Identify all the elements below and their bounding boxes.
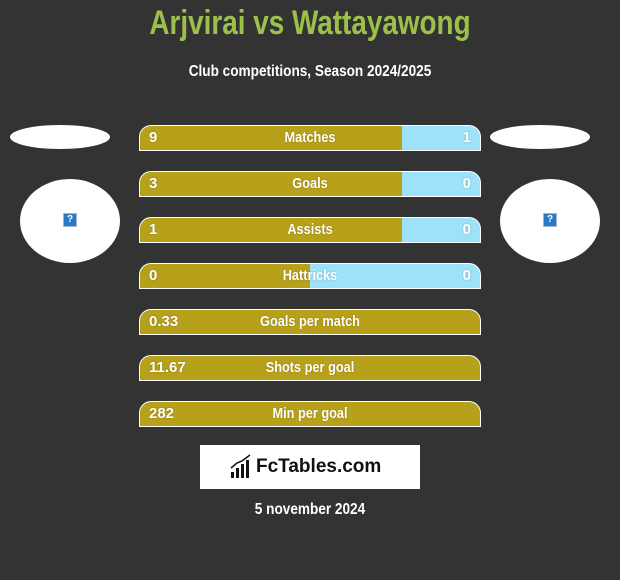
left-value: 282 [149,405,175,422]
stat-label: Assists [287,221,333,238]
right-player-avatar: ? [500,179,600,263]
stat-bar-min-per-goal: Min per goal 282 [139,401,481,427]
left-value: 9 [149,129,158,146]
left-value: 11.67 [149,359,186,376]
stat-bar-assists: Assists 1 0 [139,217,481,243]
right-player-name-placeholder [490,125,590,149]
right-value: 0 [462,221,471,238]
left-player-name-placeholder [10,125,110,149]
stat-label: Goals [292,175,328,192]
fctables-logo[interactable]: FcTables.com [200,445,420,489]
left-player-avatar: ? [20,179,120,263]
broken-image-icon: ? [543,213,557,227]
stat-bar-goals-per-match: Goals per match 0.33 [139,309,481,335]
right-value: 1 [462,129,471,146]
stat-bar-hattricks: Hattricks 0 0 [139,263,481,289]
left-value: 0.33 [149,313,179,330]
stat-label: Goals per match [260,313,360,330]
left-value: 1 [149,221,158,238]
stat-bar-goals: Goals 3 0 [139,171,481,197]
stat-label: Shots per goal [265,359,355,376]
right-value: 0 [462,175,471,192]
bar-chart-icon [230,454,251,478]
competition-subtitle: Club competitions, Season 2024/2025 [188,63,432,80]
stat-bar-matches: Matches 9 1 [139,125,481,151]
stat-label: Hattricks [282,267,338,284]
broken-image-icon: ? [63,213,77,227]
report-date: 5 november 2024 [254,501,366,518]
left-value: 3 [149,175,158,192]
stat-label: Matches [284,129,336,146]
right-value: 0 [462,267,471,284]
brand-name: FcTables.com [256,456,382,477]
left-value: 0 [149,267,158,284]
stat-label: Min per goal [272,405,348,422]
stat-bar-shots-per-goal: Shots per goal 11.67 [139,355,481,381]
page-title: Arjvirai vs Wattayawong [149,4,471,42]
